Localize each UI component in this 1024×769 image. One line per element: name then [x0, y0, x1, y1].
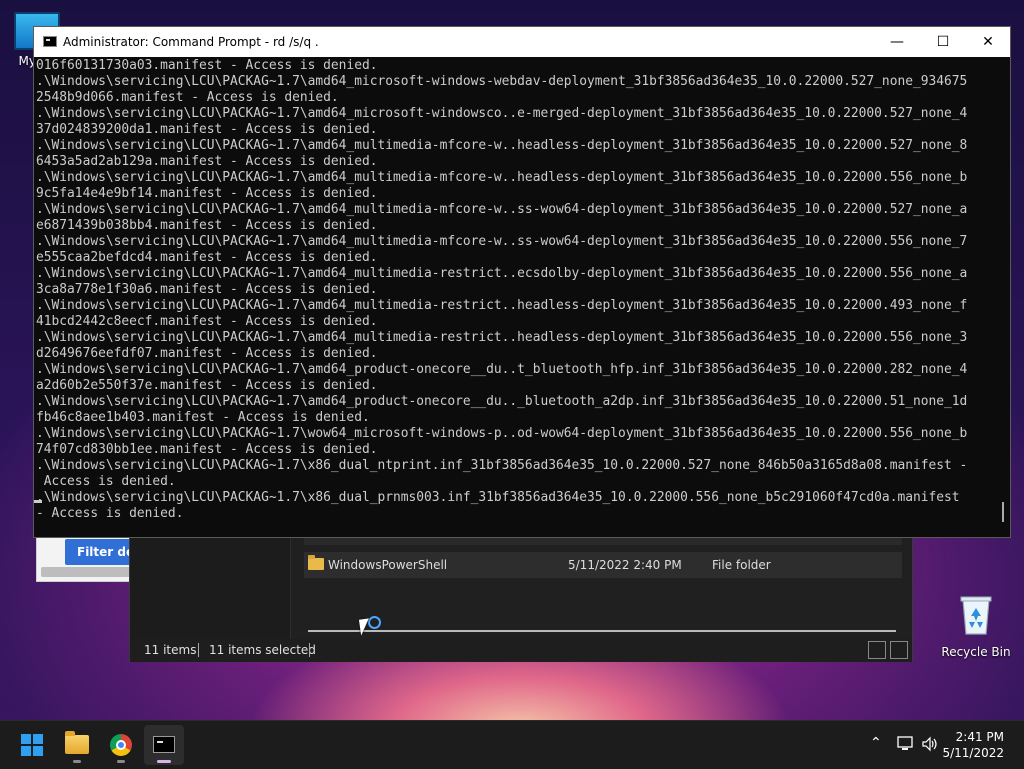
clock-date: 5/11/2022	[942, 746, 1004, 760]
console-line: e555caa2befdcd4.manifest - Access is den…	[36, 250, 378, 265]
console-line: fb46c8aee1b403.manifest - Access is deni…	[36, 410, 370, 425]
console-line: .\Windows\servicing\LCU\PACKAG~1.7\amd64…	[36, 394, 968, 409]
taskbar-command-prompt[interactable]	[144, 725, 184, 765]
folder-icon	[65, 731, 89, 754]
active-indicator	[157, 760, 171, 763]
console-line: 2548b9d066.manifest - Access is denied.	[36, 90, 339, 105]
console-line: .\Windows\servicing\LCU\PACKAG~1.7\x86_d…	[36, 458, 968, 473]
minimize-button[interactable]: —	[874, 27, 920, 57]
title-bar[interactable]: Administrator: Command Prompt - rd /s/q …	[34, 27, 1010, 57]
navigation-pane	[130, 521, 291, 639]
console-line: 6453a5ad2ab129a.manifest - Access is den…	[36, 154, 378, 169]
console-line: 41bcd2442c8eecf.manifest - Access is den…	[36, 314, 378, 329]
file-row-partial[interactable]	[304, 537, 902, 545]
console-line: .\Windows\servicing\LCU\PACKAG~1.7\amd64…	[36, 138, 968, 153]
windows-start-icon	[21, 734, 43, 756]
console-line: e6871439b038bb4.manifest - Access is den…	[36, 218, 378, 233]
file-date: 5/11/2022 2:40 PM	[568, 558, 682, 572]
status-selected-count: 11 items selected	[209, 643, 316, 657]
console-line: a2d60b2e550f37e.manifest - Access is den…	[36, 378, 378, 393]
running-indicator	[73, 760, 81, 763]
console-line: 37d024839200da1.manifest - Access is den…	[36, 122, 378, 137]
vertical-scrollbar[interactable]	[1002, 502, 1004, 522]
taskbar-chrome[interactable]	[101, 725, 141, 765]
file-row[interactable]: WindowsPowerShell 5/11/2022 2:40 PM File…	[304, 552, 902, 578]
console-line: 9c5fa14e4e9bf14.manifest - Access is den…	[36, 186, 378, 201]
system-clock[interactable]: 2:41 PM 5/11/2022	[942, 729, 1004, 761]
console-line: .\Windows\servicing\LCU\PACKAG~1.7\amd64…	[36, 170, 968, 185]
close-button[interactable]: ✕	[965, 27, 1011, 57]
console-line: .\Windows\servicing\LCU\PACKAG~1.7\amd64…	[36, 266, 968, 281]
console-line: .\Windows\servicing\LCU\PACKAG~1.7\amd64…	[36, 330, 968, 345]
maximize-button[interactable]: ☐	[920, 27, 966, 57]
command-prompt-window[interactable]: Administrator: Command Prompt - rd /s/q …	[33, 26, 1011, 538]
console-line: .\Windows\servicing\LCU\PACKAG~1.7\amd64…	[36, 362, 968, 377]
chrome-icon	[110, 734, 132, 756]
terminal-icon	[153, 736, 175, 753]
console-line: .\Windows\servicing\LCU\PACKAG~1.7\amd64…	[36, 74, 968, 89]
console-line: .\Windows\servicing\LCU\PACKAG~1.7\amd64…	[36, 106, 968, 121]
file-name: WindowsPowerShell	[328, 558, 448, 572]
console-output[interactable]: 016f60131730a03.manifest - Access is den…	[36, 58, 994, 536]
maximize-icon: ☐	[936, 34, 950, 50]
console-line: 016f60131730a03.manifest - Access is den…	[36, 58, 378, 73]
minimize-icon: —	[890, 34, 904, 50]
console-line: 74f07cd830bb1ee.manifest - Access is den…	[36, 442, 378, 457]
status-divider	[198, 643, 199, 657]
loading-bar	[308, 630, 896, 632]
window-title: Administrator: Command Prompt - rd /s/q …	[63, 35, 319, 49]
cmd-app-icon	[43, 36, 57, 47]
console-line: - Access is denied.	[36, 506, 184, 521]
volume-icon[interactable]	[921, 736, 939, 752]
recycle-bin-icon	[960, 596, 992, 635]
console-line: .\Windows\servicing\LCU\PACKAG~1.7\x86_d…	[36, 490, 960, 505]
taskbar: ⌃ 2:41 PM 5/11/2022	[0, 720, 1024, 769]
clock-time: 2:41 PM	[955, 730, 1004, 744]
console-line: d2649676eefdf07.manifest - Access is den…	[36, 346, 378, 361]
console-line: Access is denied.	[36, 474, 176, 489]
tiles-view-icon[interactable]	[890, 641, 908, 659]
recycle-bin-desktop-icon[interactable]: Recycle Bin	[940, 594, 1012, 659]
horizontal-scrollbar[interactable]	[41, 567, 133, 577]
console-line: 3ca8a778e1f30a6.manifest - Access is den…	[36, 282, 378, 297]
mouse-pointer-icon	[358, 618, 372, 636]
console-line: .\Windows\servicing\LCU\PACKAG~1.7\amd64…	[36, 298, 968, 313]
folder-icon	[308, 555, 324, 570]
file-explorer-window: WindowsPowerShell 5/11/2022 2:40 PM File…	[129, 520, 913, 662]
close-icon: ✕	[982, 34, 994, 50]
details-view-icon[interactable]	[868, 641, 886, 659]
status-divider	[309, 643, 310, 657]
recycle-bin-label: Recycle Bin	[941, 645, 1011, 659]
taskbar-file-explorer[interactable]	[57, 725, 97, 765]
network-icon[interactable]	[896, 736, 914, 752]
file-type: File folder	[712, 558, 771, 572]
text-cursor	[34, 500, 42, 503]
console-line: .\Windows\servicing\LCU\PACKAG~1.7\amd64…	[36, 202, 968, 217]
console-line: .\Windows\servicing\LCU\PACKAG~1.7\wow64…	[36, 426, 968, 441]
start-button[interactable]	[12, 725, 52, 765]
running-indicator	[117, 760, 125, 763]
show-hidden-icons-chevron-up-icon[interactable]: ⌃	[870, 735, 882, 751]
console-line: .\Windows\servicing\LCU\PACKAG~1.7\amd64…	[36, 234, 968, 249]
status-items-count: 11 items	[144, 643, 197, 657]
status-bar: 11 items 11 items selected	[130, 639, 912, 662]
